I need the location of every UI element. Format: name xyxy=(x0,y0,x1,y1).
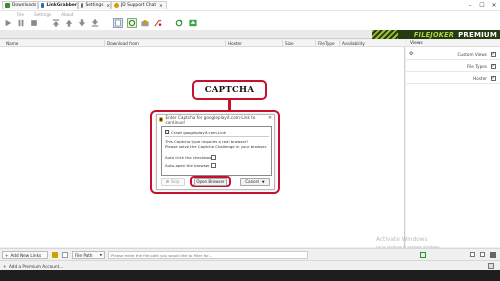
folder-icon[interactable] xyxy=(52,252,58,258)
status-bar: + Add a Premium Account... xyxy=(0,260,500,270)
add-new-links-button[interactable]: + Add New Links xyxy=(2,251,48,259)
tab-downloads[interactable]: Downloads xyxy=(2,1,38,9)
annotation-connector xyxy=(228,100,231,110)
gear-icon xyxy=(81,3,84,8)
plus-icon: + xyxy=(3,263,7,269)
filter-dropdown[interactable]: File Path ▼ xyxy=(72,251,105,259)
table-header: Name Download from Hoster Size FileType … xyxy=(0,40,405,47)
add-premium-account-link[interactable]: Add a Premium Account... xyxy=(9,264,63,269)
column-availability[interactable]: Availability xyxy=(342,41,365,46)
checkbox-checked[interactable]: ✓ xyxy=(491,75,496,81)
play-icon[interactable] xyxy=(4,19,12,27)
stop-icon[interactable] xyxy=(30,19,38,27)
pause-icon[interactable] xyxy=(17,19,25,27)
move-top-icon[interactable] xyxy=(52,19,60,27)
open-browser-button[interactable]: Open Browser xyxy=(194,178,227,186)
auto-click-checkbox[interactable] xyxy=(211,154,216,160)
chevron-down-icon: ▼ xyxy=(261,179,265,184)
silent-mode-icon[interactable] xyxy=(154,19,162,27)
divider xyxy=(165,136,269,137)
column-filetype[interactable]: FileType xyxy=(318,41,335,46)
linkgrabber-icon xyxy=(41,3,45,8)
dialog-buttons: Skip Open Browser Cancel ▼ xyxy=(157,176,274,190)
crawl-link-label: Crawl googleplayit.com-Link xyxy=(171,129,227,135)
filejoker-premium-banner[interactable]: FILEJOKER PREMIUM xyxy=(372,30,500,39)
view-custom-views[interactable]: ⚙ Custom Views ✓ xyxy=(406,49,500,60)
info-line-2: Please solve the Captcha Challenge in yo… xyxy=(165,144,268,149)
menu-about[interactable]: About xyxy=(61,12,73,17)
search-input[interactable] xyxy=(108,251,308,259)
dialog-body: Crawl googleplayit.com-Link This Captcha… xyxy=(161,126,272,176)
more-icon[interactable] xyxy=(490,252,496,258)
confirm-all-icon[interactable] xyxy=(420,252,426,258)
plus-icon: + xyxy=(5,252,9,258)
close-tab-icon[interactable]: ✕ xyxy=(106,3,110,8)
option-auto-open[interactable]: Auto-open the browser xyxy=(165,162,216,168)
dialog-title: Enter Captcha for googleplayit.com-Link … xyxy=(165,114,256,125)
menu-icon[interactable] xyxy=(62,252,68,258)
update-icon[interactable] xyxy=(189,19,197,27)
option-auto-click[interactable]: Auto click the checkbox xyxy=(165,154,216,160)
column-size[interactable]: Size xyxy=(285,41,294,46)
reconnect-icon[interactable] xyxy=(175,19,183,27)
bottom-bar: + Add New Links File Path ▼ xyxy=(0,248,500,260)
sort-icon[interactable] xyxy=(480,252,485,257)
banner-brand: FILEJOKER xyxy=(413,30,455,39)
chat-icon xyxy=(114,3,119,8)
move-down-icon[interactable] xyxy=(78,19,86,27)
views-panel: Views ⚙ Custom Views ✓ File Types ✓ Host… xyxy=(406,40,500,247)
maximize-icon[interactable]: ☐ xyxy=(476,0,488,11)
link-icon xyxy=(165,130,169,134)
tab-linkgrabber[interactable]: LinkGrabber xyxy=(38,1,78,9)
checkbox-checked[interactable]: ✓ xyxy=(491,51,496,57)
resize-grip-icon[interactable] xyxy=(488,263,494,269)
taskbar xyxy=(0,270,500,281)
move-up-icon[interactable] xyxy=(65,19,73,27)
auto-reconnect-icon[interactable] xyxy=(127,18,137,28)
premium-toggle-icon[interactable] xyxy=(141,19,149,27)
clipboard-monitor-icon[interactable] xyxy=(113,18,123,28)
close-window-icon[interactable]: ✕ xyxy=(488,0,500,11)
close-icon[interactable]: ✕ xyxy=(268,116,272,121)
views-title: Views xyxy=(406,40,500,47)
download-icon xyxy=(5,3,10,8)
menu-settings[interactable]: Settings xyxy=(34,12,51,17)
captcha-dialog: Enter Captcha for googleplayit.com-Link … xyxy=(156,114,275,190)
skip-button[interactable]: Skip xyxy=(161,178,185,186)
toolbar xyxy=(0,17,500,30)
column-name[interactable]: Name xyxy=(6,41,18,46)
move-bottom-icon[interactable] xyxy=(91,19,99,27)
banner-stripes xyxy=(372,30,398,39)
app-icon xyxy=(159,117,164,122)
tab-jd-support-chat[interactable]: JD Support Chat ✕ xyxy=(111,1,167,9)
checkbox-checked[interactable]: ✓ xyxy=(491,63,496,69)
cancel-button[interactable]: Cancel ▼ xyxy=(240,178,270,186)
minimize-icon[interactable]: – xyxy=(464,0,476,11)
skip-icon xyxy=(166,180,170,184)
settings-icon[interactable] xyxy=(470,252,475,257)
gear-icon[interactable]: ⚙ xyxy=(409,51,413,57)
view-file-types[interactable]: File Types ✓ xyxy=(406,61,500,72)
view-hoster[interactable]: Hoster ✓ xyxy=(406,73,500,84)
auto-open-checkbox[interactable] xyxy=(211,162,216,168)
banner-suffix: PREMIUM xyxy=(458,30,497,39)
dialog-title-bar: Enter Captcha for googleplayit.com-Link … xyxy=(157,114,274,125)
column-hoster[interactable]: Hoster xyxy=(228,41,242,46)
tab-settings[interactable]: Settings ✕ xyxy=(78,1,111,9)
menu-file[interactable]: File xyxy=(17,12,24,17)
close-tab-icon[interactable]: ✕ xyxy=(159,3,163,8)
captcha-annotation-label: CAPTCHA xyxy=(192,80,267,100)
chevron-down-icon: ▼ xyxy=(99,253,102,257)
column-download-from[interactable]: Download from xyxy=(107,41,139,46)
